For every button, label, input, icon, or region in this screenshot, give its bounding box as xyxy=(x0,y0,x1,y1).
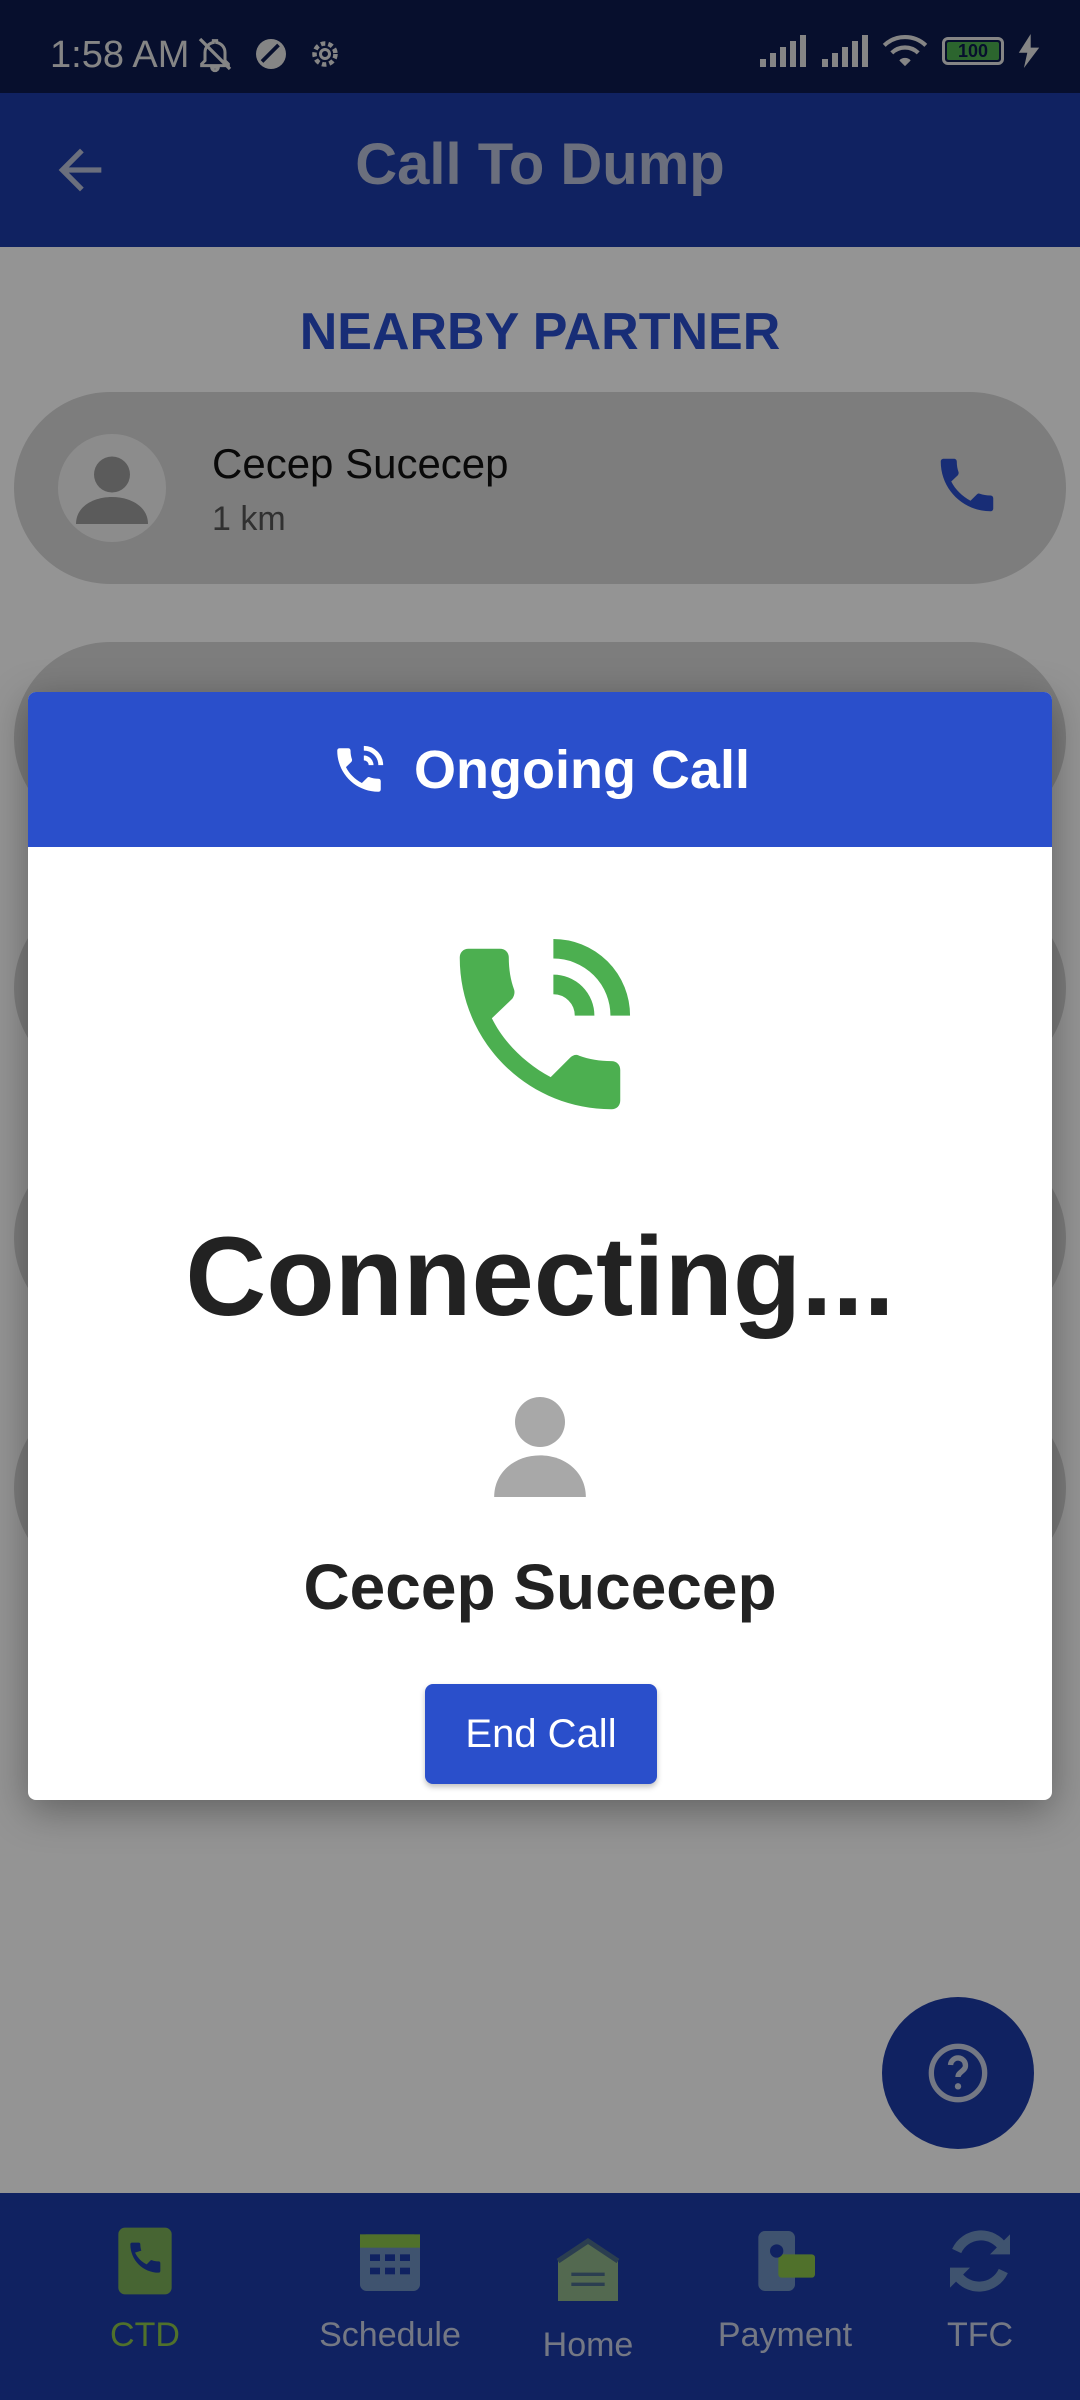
ongoing-call-dialog: Ongoing Call Connecting... Cecep Sucecep… xyxy=(28,692,1052,1800)
end-call-button[interactable]: End Call xyxy=(425,1684,657,1784)
user-icon xyxy=(494,1397,586,1497)
phone-in-talk-icon xyxy=(337,745,384,792)
callee-name: Cecep Sucecep xyxy=(303,1551,777,1623)
call-status: Connecting... xyxy=(185,1214,895,1339)
dialog-title: Ongoing Call xyxy=(414,739,750,800)
phone-in-talk-icon xyxy=(459,938,631,1110)
dialog-header: Ongoing Call xyxy=(28,692,1052,847)
